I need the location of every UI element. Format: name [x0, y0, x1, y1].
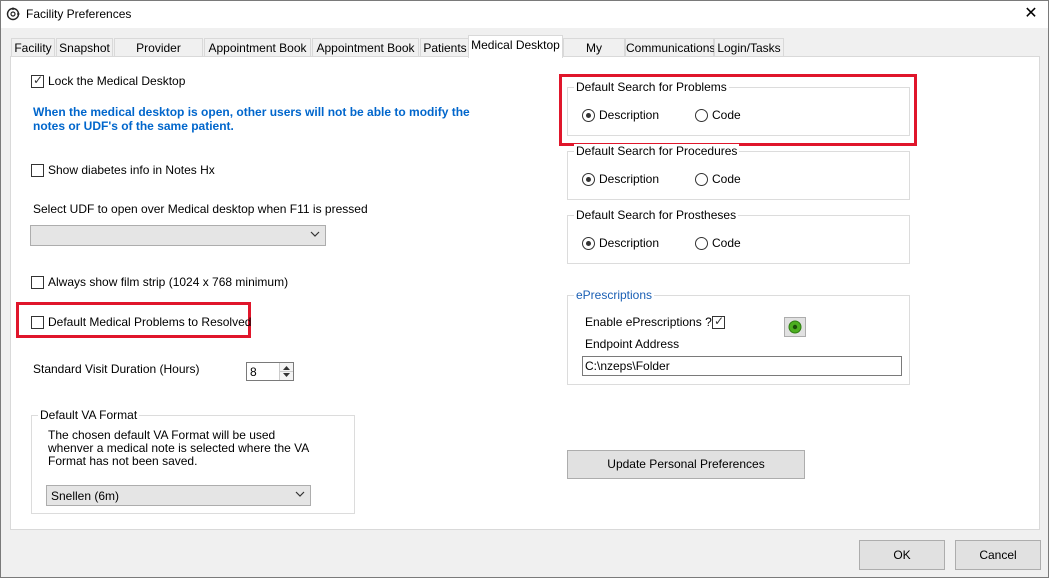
eprescriptions-group: ePrescriptions Enable ePrescriptions ? ✓…	[567, 288, 910, 385]
tab-provider-options[interactable]: Provider Options	[114, 38, 203, 73]
va-format-legend: Default VA Format	[38, 408, 140, 422]
search-prostheses-legend: Default Search for Prostheses	[574, 208, 739, 222]
diabetes-checkbox[interactable]	[31, 164, 44, 177]
tab-appointment-book-1[interactable]: Appointment Book 1	[204, 38, 311, 73]
prostheses-code-radio[interactable]	[695, 237, 708, 250]
problems-code-radio[interactable]	[695, 109, 708, 122]
va-format-description: The chosen default VA Format will be use…	[48, 428, 309, 468]
va-format-group: Default VA Format The chosen default VA …	[31, 408, 355, 514]
title-bar: Facility Preferences ✕	[1, 1, 1048, 28]
tab-appointment-book-2[interactable]: Appointment Book 2	[312, 38, 419, 73]
search-problems-group: Default Search for Problems Description …	[567, 80, 910, 136]
udf-label: Select UDF to open over Medical desktop …	[33, 202, 368, 216]
close-icon[interactable]: ✕	[1020, 4, 1042, 24]
visit-duration-value: 8	[250, 365, 257, 379]
va-format-value: Snellen (6m)	[51, 489, 120, 503]
tab-login-tasks[interactable]: Login/Tasks	[714, 38, 784, 57]
problems-description-radio[interactable]	[582, 109, 595, 122]
tab-facility[interactable]: Facility	[11, 38, 55, 57]
stepper-buttons[interactable]	[279, 363, 293, 380]
problems-resolved-checkbox[interactable]	[31, 316, 44, 329]
tab-communications[interactable]: Communications	[625, 38, 715, 57]
app-icon	[6, 7, 20, 21]
eprescriptions-legend: ePrescriptions	[574, 288, 655, 302]
cancel-button[interactable]: Cancel	[955, 540, 1041, 570]
endpoint-address-input[interactable]: C:\nzeps\Folder	[582, 356, 902, 376]
tab-patients[interactable]: Patients	[420, 38, 470, 57]
enable-eprescriptions-checkbox[interactable]: ✓	[712, 314, 725, 329]
problems-description-label: Description	[599, 108, 660, 122]
film-strip-label: Always show film strip (1024 x 768 minim…	[48, 275, 289, 289]
tab-medical-desktop[interactable]: Medical Desktop	[468, 35, 563, 58]
green-status-icon	[788, 320, 802, 334]
stepper-arrows-icon	[280, 366, 293, 377]
search-prostheses-group: Default Search for Prostheses Descriptio…	[567, 208, 910, 264]
update-personal-preferences-button[interactable]: Update Personal Preferences	[567, 450, 805, 479]
prostheses-description-label: Description	[599, 236, 660, 250]
problems-code-label: Code	[712, 108, 741, 122]
chevron-down-icon	[294, 487, 306, 504]
procedures-description-label: Description	[599, 172, 660, 186]
diabetes-label: Show diabetes info in Notes Hx	[48, 163, 215, 177]
search-procedures-group: Default Search for Procedures Descriptio…	[567, 144, 910, 200]
udf-select[interactable]	[30, 225, 326, 246]
tab-my-comms[interactable]: My Comms	[563, 38, 625, 73]
procedures-code-label: Code	[712, 172, 741, 186]
search-problems-legend: Default Search for Problems	[574, 80, 729, 94]
check-icon: ✓	[33, 73, 44, 87]
enable-eprescriptions-label: Enable ePrescriptions ?	[585, 315, 712, 329]
facility-preferences-window: Facility Preferences ✕ Facility Snapshot…	[0, 0, 1049, 578]
check-icon: ✓	[714, 314, 725, 328]
va-format-select[interactable]: Snellen (6m)	[46, 485, 311, 506]
visit-duration-label: Standard Visit Duration (Hours)	[33, 362, 200, 376]
lock-desktop-label: Lock the Medical Desktop	[48, 74, 186, 88]
lock-desktop-checkbox[interactable]: ✓	[31, 73, 44, 88]
search-procedures-legend: Default Search for Procedures	[574, 144, 740, 158]
prostheses-code-label: Code	[712, 236, 741, 250]
window-title: Facility Preferences	[26, 7, 132, 21]
endpoint-address-label: Endpoint Address	[585, 337, 680, 351]
film-strip-checkbox[interactable]	[31, 276, 44, 289]
problems-resolved-label: Default Medical Problems to Resolved	[48, 315, 252, 329]
visit-duration-stepper[interactable]: 8	[246, 362, 294, 381]
lock-info-text: When the medical desktop is open, other …	[33, 105, 470, 133]
chevron-down-icon	[309, 227, 321, 244]
medical-desktop-panel: ✓ Lock the Medical Desktop When the medi…	[10, 56, 1040, 530]
tab-snapshot[interactable]: Snapshot	[56, 38, 113, 57]
eprescriptions-status-button[interactable]	[784, 317, 806, 337]
prostheses-description-radio[interactable]	[582, 237, 595, 250]
procedures-description-radio[interactable]	[582, 173, 595, 186]
procedures-code-radio[interactable]	[695, 173, 708, 186]
endpoint-address-value: C:\nzeps\Folder	[585, 359, 670, 373]
ok-button[interactable]: OK	[859, 540, 945, 570]
